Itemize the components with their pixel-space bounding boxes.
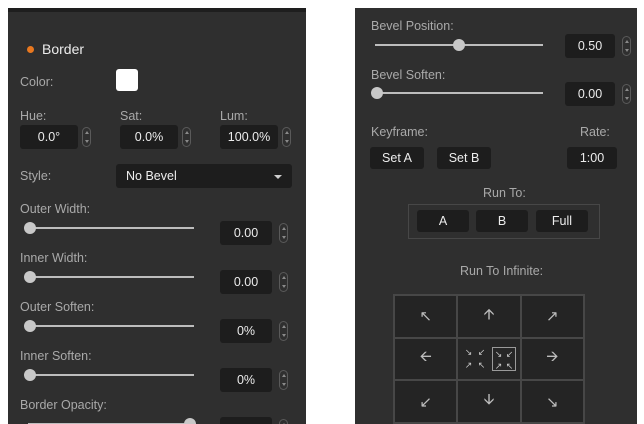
sat-field[interactable]: 0.0% [120,125,178,149]
outer-soften-slider-track[interactable] [28,325,194,327]
bevel-position-slider-handle[interactable] [453,39,465,51]
arrow-up-icon[interactable]: 🡩 [457,295,521,338]
chevron-down-icon [274,175,282,179]
style-dropdown-value: No Bevel [126,169,177,183]
outer-width-field[interactable]: 0.00 [220,221,272,245]
style-label: Style: [20,169,52,183]
bevel-panel: Bevel Position: 0.50 Bevel Soften: 0.00 … [355,8,637,424]
inner-width-slider-track[interactable] [28,276,194,278]
outer-width-stepper[interactable] [279,223,288,243]
hue-stepper[interactable] [82,127,91,147]
lum-label: Lum: [220,109,248,123]
inner-width-stepper[interactable] [279,272,288,292]
color-label: Color: [20,75,54,89]
arrow-right-icon[interactable]: 🡪 [520,337,584,381]
outer-width-slider-track[interactable] [28,227,194,229]
inner-soften-slider-track[interactable] [28,374,194,376]
hue-field[interactable]: 0.0° [20,125,78,149]
outer-soften-slider-handle[interactable] [24,320,36,332]
run-to-infinite-label: Run To Infinite: [460,264,544,278]
run-to-label: Run To: [483,186,526,200]
border-panel: Border Color: Hue: Sat: Lum: 0.0° 0.0% 1… [8,8,306,424]
border-opacity-label: Border Opacity: [20,398,107,412]
lum-stepper[interactable] [282,127,291,147]
arrow-up-left-icon[interactable]: ↖ [394,295,458,338]
keyframe-label: Keyframe: [371,125,428,139]
inner-soften-slider-handle[interactable] [24,369,36,381]
inner-width-field[interactable]: 0.00 [220,270,272,294]
arrow-down-right-icon[interactable]: ↘ [520,380,584,423]
outer-soften-field[interactable]: 0% [220,319,272,343]
inner-width-label: Inner Width: [20,251,88,265]
center-arrows-icon: ↘ ↙ ↗ ↖ [491,346,516,371]
bevel-position-field[interactable]: 0.50 [565,34,615,58]
sat-stepper[interactable] [182,127,191,147]
lum-field[interactable]: 100.0% [220,125,278,149]
bevel-soften-label: Bevel Soften: [371,68,446,82]
section-active-indicator [27,46,34,53]
arrow-down-icon[interactable]: 🡫 [457,380,521,423]
outer-soften-label: Outer Soften: [20,300,95,314]
bevel-soften-stepper[interactable] [622,84,631,104]
inner-soften-stepper[interactable] [279,370,288,390]
bevel-soften-slider-track[interactable] [375,92,543,94]
rate-field[interactable]: 1:00 [567,147,617,169]
run-to-a-button[interactable]: A [417,210,469,232]
bevel-soften-field[interactable]: 0.00 [565,82,615,106]
outer-soften-stepper[interactable] [279,321,288,341]
run-to-full-button[interactable]: Full [536,210,588,232]
center-button[interactable]: ↘ ↙ ↗ ↖ ↘ ↙ ↗ ↖ [457,337,521,381]
inner-soften-label: Inner Soften: [20,349,92,363]
border-opacity-field[interactable]: 100% [220,417,272,424]
border-opacity-stepper[interactable] [279,419,288,424]
hue-label: Hue: [20,109,47,123]
run-to-b-button[interactable]: B [476,210,528,232]
outer-width-label: Outer Width: [20,202,91,216]
sat-label: Sat: [120,109,143,123]
set-a-button[interactable]: Set A [370,147,424,169]
arrow-left-icon[interactable]: 🡨 [394,337,458,381]
outer-width-slider-handle[interactable] [24,222,36,234]
set-b-button[interactable]: Set B [437,147,491,169]
inner-soften-field[interactable]: 0% [220,368,272,392]
inner-width-slider-handle[interactable] [24,271,36,283]
color-swatch[interactable] [116,69,138,91]
style-dropdown[interactable]: No Bevel [116,164,292,188]
bevel-soften-slider-handle[interactable] [371,87,383,99]
section-title: Border [42,41,85,57]
arrow-up-right-icon[interactable]: ↗ [520,295,584,338]
run-to-infinite-grid: ↖ 🡩 ↗ 🡨 ↘ ↙ ↗ ↖ ↘ ↙ ↗ ↖ 🡪 ↙ 🡫 ↘ [393,294,585,424]
border-opacity-slider-handle[interactable] [184,418,196,424]
rate-label: Rate: [580,125,610,139]
shrink-arrows-icon: ↘ ↙ ↗ ↖ [464,346,486,370]
bevel-position-label: Bevel Position: [371,19,454,33]
bevel-position-stepper[interactable] [622,36,631,56]
arrow-down-left-icon[interactable]: ↙ [394,380,458,423]
